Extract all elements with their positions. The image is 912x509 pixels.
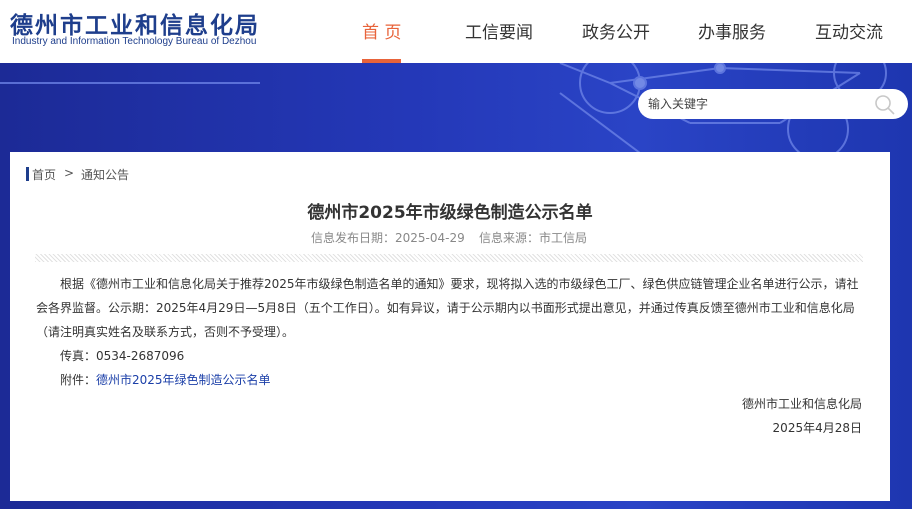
- article-paragraph-line: 会各界监督。公示期：2025年4月29日—5月8日（五个工作日）。如有异议，请于…: [36, 301, 855, 315]
- article-paragraph-line: 根据《德州市工业和信息化局关于推荐2025年市级绿色制造名单的通知》要求，现将拟…: [60, 277, 859, 291]
- site-header: 德州市工业和信息化局 Industry and Information Tech…: [0, 0, 912, 63]
- article-source: 信息来源：市工信局: [479, 231, 588, 245]
- article-paragraph-line: （请注明真实姓名及联系方式，否则不予受理）。: [36, 325, 295, 339]
- breadcrumb-current[interactable]: 通知公告: [81, 166, 129, 183]
- nav-item-home[interactable]: 首 页: [362, 18, 401, 43]
- attachment-link[interactable]: 德州市2025年绿色制造公示名单: [96, 373, 271, 387]
- site-logo-subtitle: Industry and Information Technology Bure…: [12, 36, 257, 47]
- nav-item-government-affairs[interactable]: 政务公开: [582, 18, 650, 43]
- breadcrumb-marker: [26, 167, 29, 181]
- article-signature: 德州市工业和信息化局: [741, 397, 862, 411]
- nav-item-interaction[interactable]: 互动交流: [815, 18, 883, 43]
- article-publish-date: 信息发布日期：2025-04-29: [311, 231, 465, 245]
- breadcrumb-separator: >: [64, 166, 75, 180]
- article-divider: [35, 254, 863, 262]
- breadcrumb-home[interactable]: 首页: [32, 166, 56, 183]
- article-date: 2025年4月28日: [772, 421, 862, 435]
- article-title: 德州市2025年市级绿色制造公示名单: [307, 203, 593, 223]
- article-fax: 传真：0534-2687096: [60, 349, 185, 363]
- attachment-label: 附件：: [60, 373, 97, 387]
- site-logo-title[interactable]: 德州市工业和信息化局: [10, 6, 260, 40]
- search-box: [638, 89, 908, 119]
- search-input[interactable]: [648, 95, 868, 113]
- article-attachment: 附件：德州市2025年绿色制造公示名单: [60, 371, 271, 388]
- nav-item-news[interactable]: 工信要闻: [465, 18, 533, 43]
- nav-item-services[interactable]: 办事服务: [698, 18, 766, 43]
- search-icon[interactable]: [874, 94, 896, 116]
